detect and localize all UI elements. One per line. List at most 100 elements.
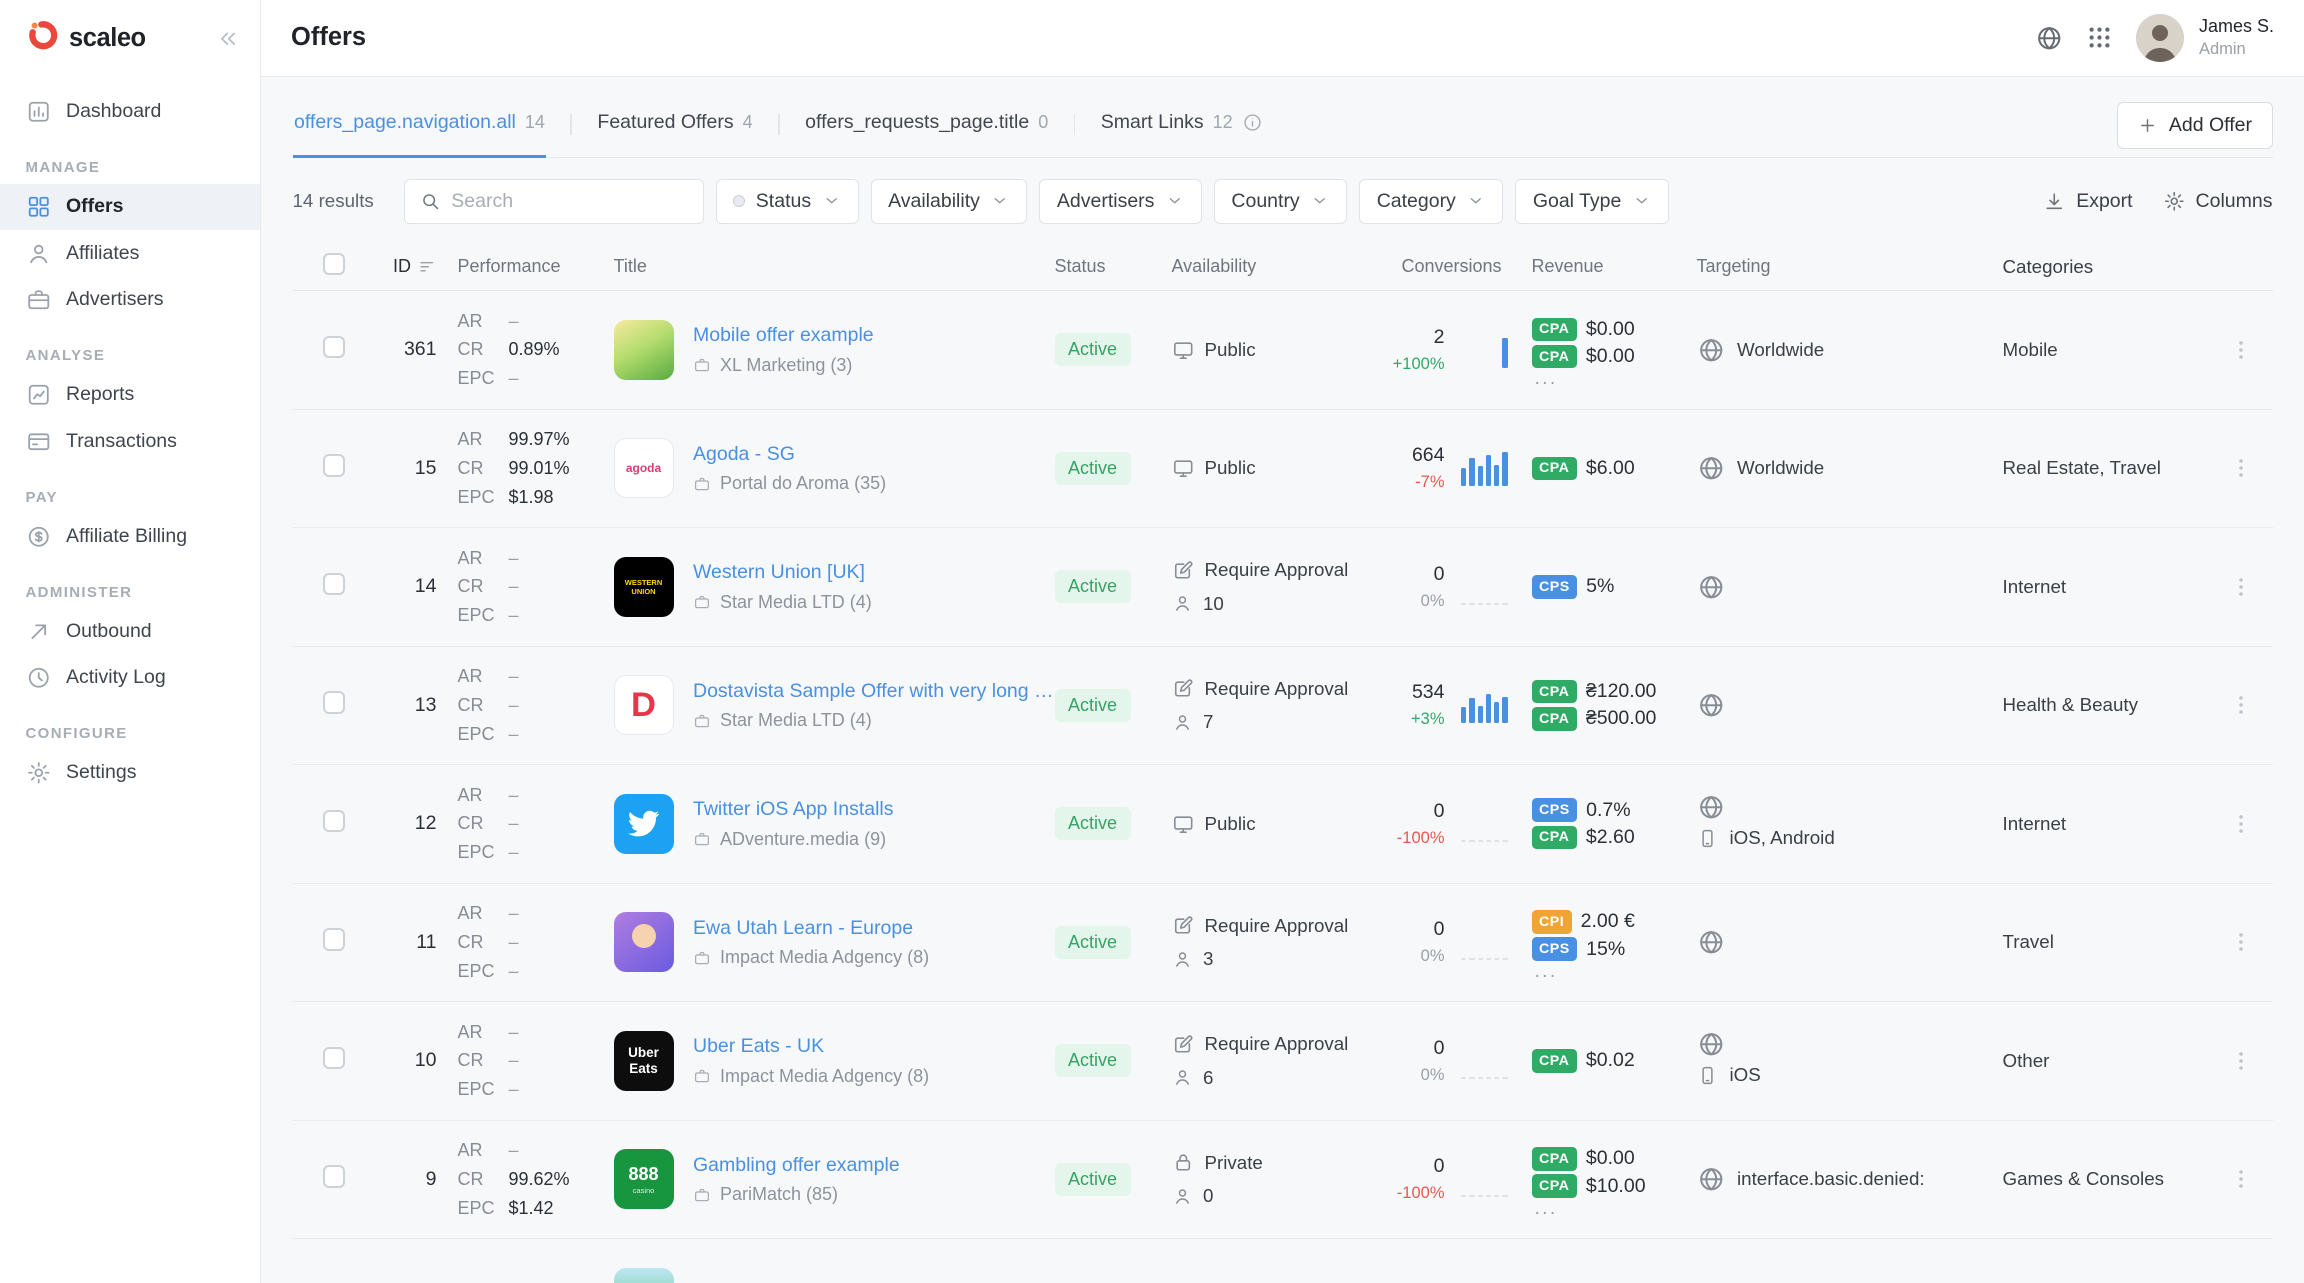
avatar[interactable] [2136,14,2184,62]
sidebar-item-advertisers[interactable]: Advertisers [0,277,260,324]
sidebar-item-outbound[interactable]: Outbound [0,608,260,655]
perf-value-cr: – [509,572,519,601]
filter-goal-type[interactable]: Goal Type [1515,179,1669,224]
row-checkbox[interactable] [323,810,346,833]
sidebar-item-label: Offers [66,195,123,218]
conversions-sparkline [1454,1161,1508,1197]
perf-value-epc: – [509,720,519,749]
filter-status[interactable]: Status [716,179,859,224]
advertiser-icon [693,475,711,493]
offer-logo: agoda [614,438,674,498]
offer-title-link[interactable]: Dostavista Sample Offer with very long n… [693,680,1055,703]
search-box[interactable] [404,179,704,224]
apps-grid-icon[interactable] [2086,24,2113,51]
advertiser-icon [693,830,711,848]
conversions-change: -7% [1412,473,1445,492]
offer-logo-text: casino [633,1186,655,1195]
sidebar-collapse-icon[interactable] [215,26,241,52]
billing-icon [26,524,52,550]
column-header-performance[interactable]: Performance [437,256,614,277]
export-button[interactable]: Export [2043,190,2132,213]
row-checkbox[interactable] [323,454,346,477]
revenue-more[interactable]: ... [1535,965,1688,979]
row-checkbox[interactable] [323,928,346,951]
chevron-down-icon [1165,191,1185,211]
offer-title-link[interactable]: Agoda - SG [693,443,886,466]
globe-icon [1697,1030,1726,1059]
row-menu-icon[interactable] [2225,338,2258,362]
revenue-value: $10.00 [1586,1175,1646,1198]
sidebar-item-affiliates[interactable]: Affiliates [0,230,260,277]
conversions-change: 0% [1421,947,1445,966]
offer-title-link[interactable]: Twitter iOS App Installs [693,798,894,821]
filter-availability[interactable]: Availability [871,179,1028,224]
filter-label: Advertisers [1057,190,1155,213]
tab-offers-page-navigation-all[interactable]: offers_page.navigation.all 14 [293,111,547,157]
offer-title-link[interactable]: Ewa Utah Learn - Europe [693,917,929,940]
row-checkbox[interactable] [323,691,346,714]
sidebar-item-activity-log[interactable]: Activity Log [0,655,260,702]
row-checkbox[interactable] [323,336,346,359]
sidebar-section-configure: CONFIGURE Settings [0,725,260,796]
tab-featured-offers[interactable]: Featured Offers 4 [596,111,754,157]
sidebar-item-affiliate-billing[interactable]: Affiliate Billing [0,513,260,560]
row-menu-icon[interactable] [2225,693,2258,717]
row-menu-icon[interactable] [2225,812,2258,836]
info-icon[interactable] [1242,112,1263,133]
tab-offers-requests-page-title[interactable]: offers_requests_page.title 0 [804,111,1050,157]
column-header-categories[interactable]: Categories [2003,256,2225,278]
chevron-down-icon [1310,191,1330,211]
perf-label-epc: EPC [458,838,499,867]
revenue-value: 0.7% [1586,799,1630,822]
sidebar-item-dashboard[interactable]: Dashboard [0,89,260,136]
availability-cell: Public [1172,807,1349,841]
column-header-targeting[interactable]: Targeting [1688,256,2003,277]
add-offer-button[interactable]: Add Offer [2117,102,2273,149]
language-globe-icon[interactable] [2035,24,2064,53]
sidebar-item-offers[interactable]: Offers [0,184,260,231]
status-dot-icon [733,195,745,207]
pencil-icon [1172,914,1195,937]
row-checkbox[interactable] [323,1165,346,1188]
column-header-availability[interactable]: Availability [1172,256,1349,277]
filter-country[interactable]: Country [1214,179,1347,224]
categories-cell: Other [2003,1050,2225,1072]
tab-smart-links[interactable]: Smart Links 12 [1099,111,1264,157]
sidebar-item-settings[interactable]: Settings [0,750,260,797]
columns-button[interactable]: Columns [2163,190,2273,213]
logo[interactable]: scaleo [26,18,146,59]
chevron-down-icon [822,191,842,211]
offer-title-link[interactable]: Uber Eats - UK [693,1035,929,1058]
perf-value-ar: – [509,1018,519,1047]
search-input[interactable] [451,190,688,213]
revenue-more[interactable]: ... [1535,372,1688,386]
sort-icon[interactable] [417,257,437,277]
offer-logo: UberEats [614,1031,674,1091]
filter-category[interactable]: Category [1359,179,1503,224]
offer-title-link[interactable]: Gambling offer example [693,1154,900,1177]
column-header-revenue[interactable]: Revenue [1508,256,1688,277]
sidebar-item-reports[interactable]: Reports [0,372,260,419]
sidebar-item-transactions[interactable]: Transactions [0,418,260,465]
row-menu-icon[interactable] [2225,575,2258,599]
offer-id: 13 [374,694,437,717]
row-checkbox[interactable] [323,573,346,596]
column-header-id[interactable]: ID [374,256,437,277]
row-checkbox[interactable] [323,1047,346,1070]
offer-title-link[interactable]: Mobile offer example [693,324,874,347]
select-all-checkbox[interactable] [323,253,346,276]
row-menu-icon[interactable] [2225,1049,2258,1073]
column-header-conversions[interactable]: Conversions [1349,256,1508,277]
phone-icon [1697,1065,1718,1086]
sidebar-section-label: CONFIGURE [0,725,260,742]
column-header-status[interactable]: Status [1055,256,1172,277]
row-menu-icon[interactable] [2225,456,2258,480]
row-menu-icon[interactable] [2225,930,2258,954]
perf-value-cr: 99.01% [509,454,570,483]
row-menu-icon[interactable] [2225,1167,2258,1191]
offer-title-link[interactable]: Western Union [UK] [693,561,872,584]
column-header-title[interactable]: Title [614,256,1055,277]
revenue-more[interactable]: ... [1535,1202,1688,1216]
conversions-value: 0 [1421,918,1445,941]
filter-advertisers[interactable]: Advertisers [1039,179,1202,224]
